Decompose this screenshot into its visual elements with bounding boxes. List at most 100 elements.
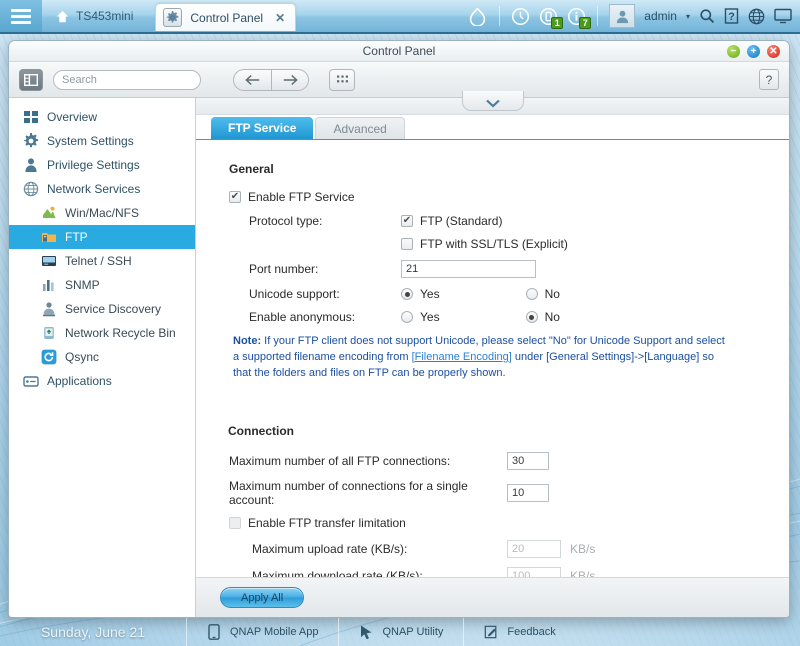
sidebar-item-service-discovery[interactable]: Service Discovery <box>9 297 195 321</box>
unicode-note: Note: If your FTP client does not suppor… <box>233 334 733 382</box>
close-button[interactable]: ✕ <box>767 45 780 58</box>
help-icon[interactable]: ? <box>724 8 739 24</box>
pencil-note-icon <box>485 625 497 639</box>
hamburger-icon[interactable] <box>0 0 42 32</box>
port-number-label: Port number: <box>249 262 319 276</box>
enable-ftp-service-row: Enable FTP Service <box>229 190 789 204</box>
sidebar-item-win-mac-nfs[interactable]: Win/Mac/NFS <box>9 201 195 225</box>
info-icon[interactable]: 7 <box>567 7 592 29</box>
sidebar-item-label: System Settings <box>47 134 134 148</box>
nas-name-label: TS453mini <box>76 9 134 23</box>
terminal-icon <box>42 256 56 266</box>
protocol-ftp-standard-checkbox[interactable] <box>401 215 413 227</box>
upload-rate-label: Maximum upload rate (KB/s): <box>252 541 408 556</box>
grid-apps-button[interactable] <box>329 68 355 91</box>
protocol-ftp-standard-option[interactable]: FTP (Standard) <box>401 214 502 228</box>
dock-item-feedback[interactable]: Feedback <box>463 618 575 646</box>
forward-button[interactable] <box>271 68 309 91</box>
enable-ftp-service-checkbox[interactable] <box>229 191 241 203</box>
tray-divider <box>499 6 501 26</box>
max-single-connections-label: Maximum number of connections for a sing… <box>229 478 468 507</box>
back-button[interactable] <box>233 68 271 91</box>
user-icon <box>25 158 37 172</box>
dock-item-qnap-mobile-app[interactable]: QNAP Mobile App <box>186 618 338 646</box>
unicode-yes-radio[interactable] <box>401 288 413 300</box>
sidebar-item-ftp[interactable]: FTP <box>9 225 195 249</box>
form-footer: Apply All <box>196 577 789 617</box>
arrow-right-icon <box>283 74 298 85</box>
monitor-icon[interactable] <box>774 8 792 24</box>
unicode-support-row: Unicode support: Yes No <box>229 287 789 301</box>
panel-toggle-icon[interactable] <box>19 68 43 91</box>
protocol-ftp-standard-label: FTP (Standard) <box>420 214 503 228</box>
download-rate-input[interactable] <box>507 566 561 577</box>
avatar[interactable] <box>609 4 636 28</box>
maximize-button[interactable]: + <box>747 45 760 58</box>
arrow-cursor-icon <box>361 625 372 640</box>
search-input[interactable] <box>62 73 204 86</box>
anonymous-yes-radio[interactable] <box>401 311 413 323</box>
tab-advanced[interactable]: Advanced <box>315 117 405 139</box>
nas-home-tab[interactable]: TS453mini <box>42 0 151 32</box>
help-button[interactable]: ? <box>759 69 779 90</box>
ftp-folder-icon <box>42 233 56 242</box>
max-single-connections-input[interactable] <box>507 483 549 502</box>
info-badge: 7 <box>579 16 592 29</box>
app-tab-control-panel[interactable]: Control Panel ✕ <box>155 3 297 31</box>
sidebar-item-label: Network Recycle Bin <box>65 326 176 340</box>
gear-icon <box>23 133 39 148</box>
page-title: Control Panel <box>362 44 436 58</box>
sidebar-item-privilege-settings[interactable]: Privilege Settings <box>9 153 195 177</box>
sidebar-item-snmp[interactable]: SNMP <box>9 273 195 297</box>
filename-encoding-link[interactable]: [Filename Encoding] <box>412 351 512 363</box>
sidebar-item-network-services[interactable]: Network Services <box>9 177 195 201</box>
minimize-button[interactable]: − <box>727 45 740 58</box>
globe-icon[interactable] <box>748 8 765 25</box>
collapse-panel-button[interactable] <box>461 91 524 111</box>
dock-item-label: QNAP Mobile App <box>230 626 319 638</box>
unicode-no-option[interactable]: No <box>525 287 560 301</box>
enable-transfer-limit-checkbox[interactable] <box>229 516 241 529</box>
anonymous-yes-option[interactable]: Yes <box>401 310 440 324</box>
protocol-ftp-ssl-checkbox[interactable] <box>401 238 413 250</box>
general-section-title: General <box>229 162 274 176</box>
unicode-yes-label: Yes <box>420 287 440 301</box>
download-rate-unit: KB/s <box>570 568 596 577</box>
dock-item-label: QNAP Utility <box>382 626 444 638</box>
sidebar-item-label: Telnet / SSH <box>65 254 132 268</box>
apply-all-button[interactable]: Apply All <box>220 587 305 608</box>
device-sync-icon[interactable]: 1 <box>539 7 564 29</box>
max-all-connections-input[interactable] <box>507 451 549 470</box>
enable-transfer-limit-row: Enable FTP transfer limitation <box>229 516 789 530</box>
max-single-connections-row: Maximum number of connections for a sing… <box>229 479 789 507</box>
protocol-ftp-ssl-option[interactable]: FTP with SSL/TLS (Explicit) <box>401 237 568 251</box>
unicode-no-radio[interactable] <box>525 288 538 300</box>
anonymous-no-option[interactable]: No <box>525 310 560 324</box>
search-icon[interactable] <box>699 8 715 24</box>
anonymous-no-radio[interactable] <box>525 311 538 323</box>
close-icon[interactable]: ✕ <box>271 11 285 25</box>
connection-section: Connection Maximum number of all FTP con… <box>228 424 789 577</box>
window-body: Overview System Settings Privilege Setti… <box>9 91 789 617</box>
clock-icon[interactable] <box>511 7 530 26</box>
username-label[interactable]: admin <box>644 9 677 23</box>
upload-rate-input[interactable] <box>507 539 561 558</box>
sidebar-item-overview[interactable]: Overview <box>9 105 195 129</box>
chevron-down-icon[interactable]: ▾ <box>686 12 690 21</box>
protocol-ssl-row: FTP with SSL/TLS (Explicit) <box>229 237 789 251</box>
search-box[interactable] <box>53 69 204 90</box>
sidebar-item-telnet-ssh[interactable]: Telnet / SSH <box>9 249 195 273</box>
tab-ftp-service[interactable]: FTP Service <box>211 117 314 139</box>
sidebar-item-qsync[interactable]: Qsync <box>9 345 195 369</box>
cloud-icon[interactable] <box>467 7 488 26</box>
sidebar-item-applications[interactable]: Applications <box>9 369 195 393</box>
unicode-no-label: No <box>544 287 560 301</box>
sidebar-item-network-recycle-bin[interactable]: Network Recycle Bin <box>9 321 195 345</box>
port-number-input[interactable] <box>401 260 536 278</box>
mobile-phone-icon <box>208 624 220 640</box>
sidebar-item-system-settings[interactable]: System Settings <box>9 129 195 153</box>
enable-ftp-service-label: Enable FTP Service <box>248 190 355 204</box>
dock-item-qnap-utility[interactable]: QNAP Utility <box>338 618 463 646</box>
unicode-yes-option[interactable]: Yes <box>401 287 440 301</box>
